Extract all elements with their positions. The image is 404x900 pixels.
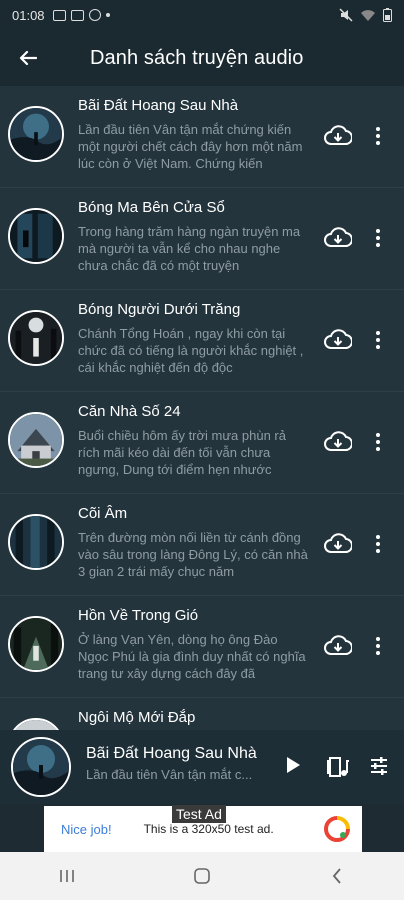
more-options-button[interactable] <box>368 122 388 150</box>
story-list[interactable]: Bãi Đất Hoang Sau Nhà Lần đầu tiên Vân t… <box>0 86 404 730</box>
more-options-button[interactable] <box>368 224 388 252</box>
download-icon[interactable] <box>324 328 352 352</box>
story-title: Bóng Người Dưới Trăng <box>78 301 241 318</box>
story-thumbnail <box>8 208 64 264</box>
home-icon <box>194 868 210 884</box>
youtube-notification-icon <box>70 9 84 21</box>
system-navigation-bar <box>0 852 404 900</box>
ad-nice-job-link[interactable]: Nice job! <box>61 822 112 837</box>
story-title: Bóng Ma Bên Cửa Sổ <box>78 199 225 216</box>
player-title: Bãi Đất Hoang Sau Nhà <box>86 745 257 762</box>
list-item[interactable]: Ngôi Mộ Mới Đắp <box>0 698 404 730</box>
status-time: 01:08 <box>12 7 45 23</box>
chevron-left-icon <box>332 868 341 884</box>
gallery-notification-icon <box>52 9 66 21</box>
story-thumbnail <box>8 514 64 570</box>
ad-network-logo-icon <box>324 816 350 842</box>
story-description: Ở làng Vạn Yên, dòng họ ông Đào Ngọc Phú… <box>78 632 306 681</box>
page-title: Danh sách truyện audio <box>90 46 304 69</box>
more-options-button[interactable] <box>368 530 388 558</box>
list-item[interactable]: Cõi Âm Trên đường mòn nối liền từ cánh đ… <box>0 494 404 596</box>
download-icon[interactable] <box>324 634 352 658</box>
back-button[interactable] <box>0 30 56 86</box>
more-options-button[interactable] <box>368 632 388 660</box>
recent-apps-button[interactable] <box>37 856 97 896</box>
arrow-left-icon <box>19 50 37 66</box>
pinterest-notification-icon <box>88 9 101 21</box>
story-thumbnail <box>8 616 64 672</box>
equalizer-settings-icon[interactable] <box>370 757 388 775</box>
story-title: Bãi Đất Hoang Sau Nhà <box>78 97 239 114</box>
story-description: Trong hàng trăm hàng ngàn truyện ma mà n… <box>78 224 301 273</box>
status-bar: 01:08 <box>0 0 404 30</box>
download-icon[interactable] <box>324 430 352 454</box>
download-icon[interactable] <box>324 226 352 250</box>
story-thumbnail <box>8 412 64 468</box>
story-thumbnail <box>8 310 64 366</box>
list-item[interactable]: Bãi Đất Hoang Sau Nhà Lần đầu tiên Vân t… <box>0 86 404 188</box>
story-title: Ngôi Mộ Mới Đắp <box>78 709 196 726</box>
story-title: Hồn Về Trong Gió <box>78 607 199 624</box>
story-title: Cõi Âm <box>78 505 128 522</box>
list-item[interactable]: Hồn Về Trong Gió Ở làng Vạn Yên, dòng họ… <box>0 596 404 698</box>
story-thumbnail <box>8 106 64 162</box>
test-ad-label: Test Ad <box>172 805 226 823</box>
more-options-button[interactable] <box>368 428 388 456</box>
more-notifications-icon <box>105 13 110 17</box>
more-options-button[interactable] <box>368 326 388 354</box>
playlist-icon[interactable] <box>326 756 350 778</box>
notification-icons <box>52 9 110 21</box>
system-back-button[interactable] <box>307 856 367 896</box>
story-thumbnail <box>8 718 64 730</box>
mini-player[interactable]: Bãi Đất Hoang Sau Nhà Lần đầu tiên Vân t… <box>0 730 404 804</box>
download-icon[interactable] <box>324 532 352 556</box>
wifi-icon <box>361 9 375 21</box>
play-icon[interactable] <box>284 755 302 775</box>
story-description: Trên đường mòn nối liền từ cánh đồng vào… <box>78 530 308 579</box>
list-item[interactable]: Căn Nhà Số 24 Buổi chiều hôm ấy trời mưa… <box>0 392 404 494</box>
recent-apps-icon <box>60 870 75 882</box>
story-description: Lần đầu tiên Vân tận mắt chứng kiến một … <box>78 122 303 171</box>
story-description: Buổi chiều hôm ấy trời mưa phùn rả rích … <box>78 428 286 477</box>
list-item[interactable]: Bóng Ma Bên Cửa Sổ Trong hàng trăm hàng … <box>0 188 404 290</box>
story-title: Căn Nhà Số 24 <box>78 403 181 420</box>
story-description: Chánh Tổng Hoán , ngay khi còn tại chức … <box>78 326 304 375</box>
ad-text: This is a 320x50 test ad. <box>143 822 274 836</box>
battery-icon <box>383 8 392 22</box>
player-subtitle: Lần đầu tiên Vân tận mắt c... <box>86 767 253 782</box>
app-bar: Danh sách truyện audio <box>0 30 404 86</box>
home-button[interactable] <box>172 856 232 896</box>
list-item[interactable]: Bóng Người Dưới Trăng Chánh Tổng Hoán , … <box>0 290 404 392</box>
player-thumbnail <box>11 737 71 797</box>
mute-icon <box>339 8 353 22</box>
download-icon[interactable] <box>324 124 352 148</box>
